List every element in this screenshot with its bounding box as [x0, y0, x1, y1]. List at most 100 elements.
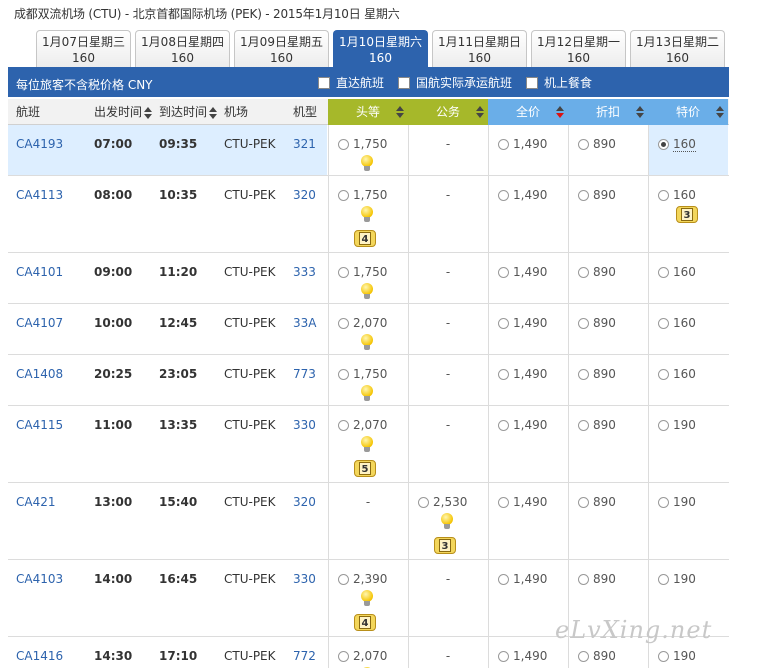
- fare-radio[interactable]: [498, 317, 509, 329]
- lightbulb-icon[interactable]: [359, 334, 375, 354]
- fare-radio[interactable]: [658, 189, 669, 201]
- fare-radio[interactable]: [498, 419, 509, 431]
- fare-radio[interactable]: [658, 573, 669, 585]
- flight-number-link[interactable]: CA4101: [16, 265, 63, 279]
- lightbulb-icon[interactable]: [359, 206, 375, 226]
- fare-radio[interactable]: [498, 266, 509, 278]
- fare-option[interactable]: 890: [578, 316, 616, 330]
- aircraft-type-link[interactable]: 772: [293, 649, 316, 663]
- fare-option[interactable]: 1,490: [498, 265, 547, 279]
- fare-option[interactable]: 890: [578, 649, 616, 663]
- fare-option[interactable]: 2,070: [338, 649, 387, 663]
- fare-radio[interactable]: [578, 317, 589, 329]
- fare-radio[interactable]: [338, 266, 349, 278]
- fare-header[interactable]: 折扣: [568, 99, 648, 125]
- fare-radio[interactable]: [498, 496, 509, 508]
- date-tab[interactable]: 1月11日星期日 160: [432, 30, 527, 68]
- fare-radio[interactable]: [578, 650, 589, 662]
- fare-radio[interactable]: [338, 573, 349, 585]
- fare-radio[interactable]: [658, 139, 669, 150]
- fare-option[interactable]: 160: [658, 137, 696, 152]
- checkbox[interactable]: [526, 76, 539, 89]
- fare-header[interactable]: 公务: [408, 99, 488, 125]
- fare-option[interactable]: 190: [658, 418, 696, 432]
- fare-radio[interactable]: [498, 650, 509, 662]
- fare-option[interactable]: 1,750: [338, 188, 387, 202]
- aircraft-type-link[interactable]: 333: [293, 265, 316, 279]
- fare-radio[interactable]: [578, 189, 589, 201]
- fare-radio[interactable]: [338, 419, 349, 431]
- flight-number-link[interactable]: CA1416: [16, 649, 63, 663]
- fare-option[interactable]: 190: [658, 495, 696, 509]
- fare-radio[interactable]: [498, 573, 509, 585]
- checkbox[interactable]: [398, 76, 411, 89]
- fare-option[interactable]: 1,750: [338, 137, 387, 151]
- col-depart[interactable]: 出发时间: [94, 99, 153, 125]
- fare-radio[interactable]: [578, 368, 589, 380]
- flight-number-link[interactable]: CA1408: [16, 367, 63, 381]
- fare-option[interactable]: 890: [578, 188, 616, 202]
- filter-meal[interactable]: 机上餐食: [526, 74, 592, 91]
- fare-radio[interactable]: [658, 266, 669, 278]
- flight-number-link[interactable]: CA4107: [16, 316, 63, 330]
- fare-header[interactable]: 特价: [648, 99, 728, 125]
- fare-radio[interactable]: [498, 368, 509, 380]
- aircraft-type-link[interactable]: 773: [293, 367, 316, 381]
- filter-operated-by-air-china[interactable]: 国航实际承运航班: [398, 74, 512, 91]
- aircraft-type-link[interactable]: 330: [293, 572, 316, 586]
- fare-radio[interactable]: [338, 368, 349, 380]
- date-tab[interactable]: 1月13日星期二 160: [630, 30, 725, 68]
- fare-option[interactable]: 890: [578, 265, 616, 279]
- fare-header[interactable]: 全价: [488, 99, 568, 125]
- fare-radio[interactable]: [658, 317, 669, 329]
- fare-option[interactable]: 1,490: [498, 137, 547, 151]
- fare-radio[interactable]: [578, 419, 589, 431]
- fare-radio[interactable]: [578, 573, 589, 585]
- flight-number-link[interactable]: CA4115: [16, 418, 63, 432]
- fare-option[interactable]: 2,530: [418, 495, 467, 509]
- flight-number-link[interactable]: CA4103: [16, 572, 63, 586]
- flight-number-link[interactable]: CA421: [16, 495, 56, 509]
- fare-radio[interactable]: [338, 317, 349, 329]
- fare-radio[interactable]: [338, 650, 349, 662]
- lightbulb-icon[interactable]: [359, 155, 375, 175]
- fare-option[interactable]: 1,490: [498, 572, 547, 586]
- aircraft-type-link[interactable]: 320: [293, 495, 316, 509]
- fare-radio[interactable]: [658, 650, 669, 662]
- lightbulb-icon[interactable]: [359, 283, 375, 303]
- fare-option[interactable]: 890: [578, 495, 616, 509]
- date-tab[interactable]: 1月10日星期六 160: [333, 30, 428, 68]
- fare-option[interactable]: 160: [658, 316, 696, 330]
- fare-radio[interactable]: [658, 496, 669, 508]
- fare-radio[interactable]: [338, 138, 349, 150]
- fare-radio[interactable]: [658, 368, 669, 380]
- col-arrive[interactable]: 到达时间: [159, 99, 218, 125]
- fare-option[interactable]: 1,490: [498, 367, 547, 381]
- fare-radio[interactable]: [498, 138, 509, 150]
- fare-option[interactable]: 1,490: [498, 316, 547, 330]
- lightbulb-icon[interactable]: [359, 436, 375, 456]
- lightbulb-icon[interactable]: [359, 590, 375, 610]
- lightbulb-icon[interactable]: [359, 385, 375, 405]
- fare-option[interactable]: 1,490: [498, 495, 547, 509]
- flight-number-link[interactable]: CA4113: [16, 188, 63, 202]
- fare-option[interactable]: 2,390: [338, 572, 387, 586]
- fare-option[interactable]: 890: [578, 418, 616, 432]
- fare-option[interactable]: 190: [658, 649, 696, 663]
- fare-option[interactable]: 890: [578, 572, 616, 586]
- fare-option[interactable]: 1,750: [338, 265, 387, 279]
- fare-radio[interactable]: [418, 496, 429, 508]
- fare-option[interactable]: 160: [658, 265, 696, 279]
- fare-radio[interactable]: [498, 189, 509, 201]
- date-tab[interactable]: 1月07日星期三 160: [36, 30, 131, 68]
- fare-header[interactable]: 头等: [328, 99, 408, 125]
- aircraft-type-link[interactable]: 321: [293, 137, 316, 151]
- aircraft-type-link[interactable]: 320: [293, 188, 316, 202]
- date-tab[interactable]: 1月12日星期一 160: [531, 30, 626, 68]
- fare-option[interactable]: 2,070: [338, 316, 387, 330]
- fare-option[interactable]: 1,750: [338, 367, 387, 381]
- fare-option[interactable]: 1,490: [498, 649, 547, 663]
- fare-option[interactable]: 190: [658, 572, 696, 586]
- checkbox[interactable]: [318, 76, 330, 89]
- filter-direct[interactable]: 直达航班: [318, 74, 384, 91]
